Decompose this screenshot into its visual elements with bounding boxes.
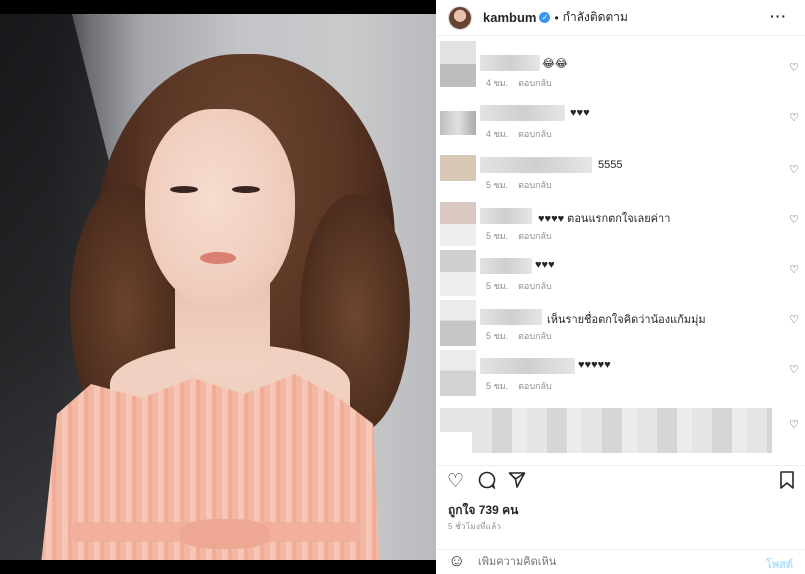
- comment-text: ♥♥♥♥ ตอนแรกตกใจเลยค่าา: [538, 213, 671, 225]
- commenter-username-blurred[interactable]: [480, 309, 542, 325]
- comment-text: เห็นรายชื่อตกใจคิดว่าน้องแก้มมุ่ม: [547, 314, 706, 326]
- comment-time: 5 ชม.: [486, 381, 509, 391]
- commenter-avatar[interactable]: [440, 41, 476, 87]
- comment-meta: 4 ชม. ตอบกลับ: [486, 76, 552, 90]
- image-subject-face: [145, 109, 295, 309]
- comment-time: 4 ชม.: [486, 78, 509, 88]
- comment-meta: 5 ชม. ตอบกลับ: [486, 229, 552, 243]
- comment-meta: 5 ชม. ตอบกลับ: [486, 279, 552, 293]
- bookmark-svg: [780, 471, 794, 489]
- comment-text: 5555: [598, 159, 623, 171]
- comment-like-heart-icon[interactable]: ♡: [789, 363, 799, 376]
- commenter-avatar[interactable]: [440, 350, 476, 396]
- comment-meta: 5 ชม. ตอบกลับ: [486, 379, 552, 393]
- comment-time: 5 ชม.: [486, 231, 509, 241]
- comment-reply-button[interactable]: ตอบกลับ: [518, 180, 552, 190]
- post-photo[interactable]: [0, 0, 436, 574]
- comment-text: ♥♥♥: [535, 259, 555, 271]
- comment-reply-button[interactable]: ตอบกลับ: [518, 381, 552, 391]
- post-comment-button[interactable]: โพสต์: [766, 555, 793, 573]
- comment-list[interactable]: 😂😂 4 ชม. ตอบกลับ ♡ ♥♥♥ 4 ชม. ตอบกลับ ♡ 555…: [436, 37, 805, 465]
- commenter-avatar[interactable]: [440, 300, 476, 346]
- commenter-username-blurred[interactable]: [480, 208, 532, 224]
- commenter-avatar[interactable]: [440, 250, 476, 296]
- more-options-icon[interactable]: ···: [770, 8, 787, 24]
- commenter-avatar[interactable]: [440, 111, 476, 135]
- comment-meta: 5 ชม. ตอบกลับ: [486, 329, 552, 343]
- comment-like-heart-icon[interactable]: ♡: [789, 263, 799, 276]
- commenter-username-blurred[interactable]: [480, 55, 540, 71]
- commenter-avatar[interactable]: [440, 408, 476, 432]
- comment-like-heart-icon[interactable]: ♡: [789, 418, 799, 431]
- comment-meta: 5 ชม. ตอบกลับ: [486, 178, 552, 192]
- emoji-smiley-icon[interactable]: ☺: [448, 551, 465, 571]
- comment-reply-button[interactable]: ตอบกลับ: [518, 78, 552, 88]
- comment-blurred: [472, 408, 772, 453]
- commenter-avatar[interactable]: [440, 155, 476, 181]
- comment-time: 4 ชม.: [486, 129, 509, 139]
- comment-time: 5 ชม.: [486, 281, 509, 291]
- share-plane-svg: [508, 472, 526, 488]
- comment-text: ♥♥♥♥♥: [578, 359, 611, 371]
- comment-like-heart-icon[interactable]: ♡: [789, 213, 799, 226]
- image-subject-lips: [200, 252, 236, 264]
- image-subject-bow: [180, 519, 270, 549]
- add-comment-input[interactable]: [478, 556, 738, 568]
- comment-meta: 4 ชม. ตอบกลับ: [486, 127, 552, 141]
- post-time[interactable]: 5 ชั่วโมงที่แล้ว: [448, 520, 501, 533]
- comment-item: 5555 5 ชม. ตอบกลับ ♡: [436, 149, 805, 199]
- author-username[interactable]: kambum: [483, 10, 536, 25]
- commenter-username-blurred[interactable]: [480, 157, 592, 173]
- comment-bubble-svg: [478, 471, 496, 490]
- header-separator: •: [554, 10, 559, 25]
- comment-item: ♥♥♥♥ ตอนแรกตกใจเลยค่าา 5 ชม. ตอบกลับ ♡: [436, 200, 805, 250]
- image-subject-eye: [170, 186, 198, 193]
- post-header: kambum ✓ • กำลังติดตาม ···: [436, 0, 805, 36]
- comment-item: ♥♥♥ 4 ชม. ตอบกลับ ♡: [436, 97, 805, 147]
- comment-reply-button[interactable]: ตอบกลับ: [518, 331, 552, 341]
- commenter-username-blurred[interactable]: [480, 358, 575, 374]
- comment-like-heart-icon[interactable]: ♡: [789, 163, 799, 176]
- comment-like-heart-icon[interactable]: ♡: [789, 111, 799, 124]
- comment-item: 😂😂 4 ชม. ตอบกลับ ♡: [436, 41, 805, 91]
- post-actions: ♡ ถูกใจ 739 คน 5 ชั่วโมงที่แล้ว: [436, 465, 805, 549]
- commenter-username-blurred[interactable]: [480, 258, 532, 274]
- comment-bubble-icon[interactable]: [478, 471, 496, 495]
- comment-reply-button[interactable]: ตอบกลับ: [518, 281, 552, 291]
- comment-text: 😂😂: [542, 58, 568, 70]
- comment-time: 5 ชม.: [486, 180, 509, 190]
- save-bookmark-icon[interactable]: [780, 471, 794, 495]
- like-heart-icon[interactable]: ♡: [447, 471, 464, 493]
- comment-like-heart-icon[interactable]: ♡: [789, 61, 799, 74]
- comment-reply-button[interactable]: ตอบกลับ: [518, 129, 552, 139]
- comment-item: ♥♥♥♥♥ 5 ชม. ตอบกลับ ♡: [436, 350, 805, 400]
- image-subject-eye: [232, 186, 260, 193]
- following-button[interactable]: กำลังติดตาม: [563, 8, 628, 27]
- share-paper-plane-icon[interactable]: [508, 471, 526, 495]
- comment-like-heart-icon[interactable]: ♡: [789, 313, 799, 326]
- author-avatar[interactable]: [448, 5, 472, 30]
- comment-reply-button[interactable]: ตอบกลับ: [518, 231, 552, 241]
- comment-item: เห็นรายชื่อตกใจคิดว่าน้องแก้มมุ่ม 5 ชม. ต…: [436, 300, 805, 350]
- comment-time: 5 ชม.: [486, 331, 509, 341]
- comment-composer: ☺ โพสต์: [436, 549, 805, 574]
- comment-item: ♥♥♥ 5 ชม. ตอบกลับ ♡: [436, 250, 805, 300]
- likes-count[interactable]: ถูกใจ 739 คน: [448, 501, 518, 520]
- commenter-avatar[interactable]: [440, 202, 476, 246]
- post-sidebar: kambum ✓ • กำลังติดตาม ··· 😂😂 4 ชม. ตอบกล…: [436, 0, 805, 574]
- commenter-username-blurred[interactable]: [480, 105, 565, 121]
- post-image[interactable]: [0, 14, 436, 560]
- verified-badge-icon: ✓: [539, 12, 551, 23]
- comment-text: ♥♥♥: [570, 107, 590, 119]
